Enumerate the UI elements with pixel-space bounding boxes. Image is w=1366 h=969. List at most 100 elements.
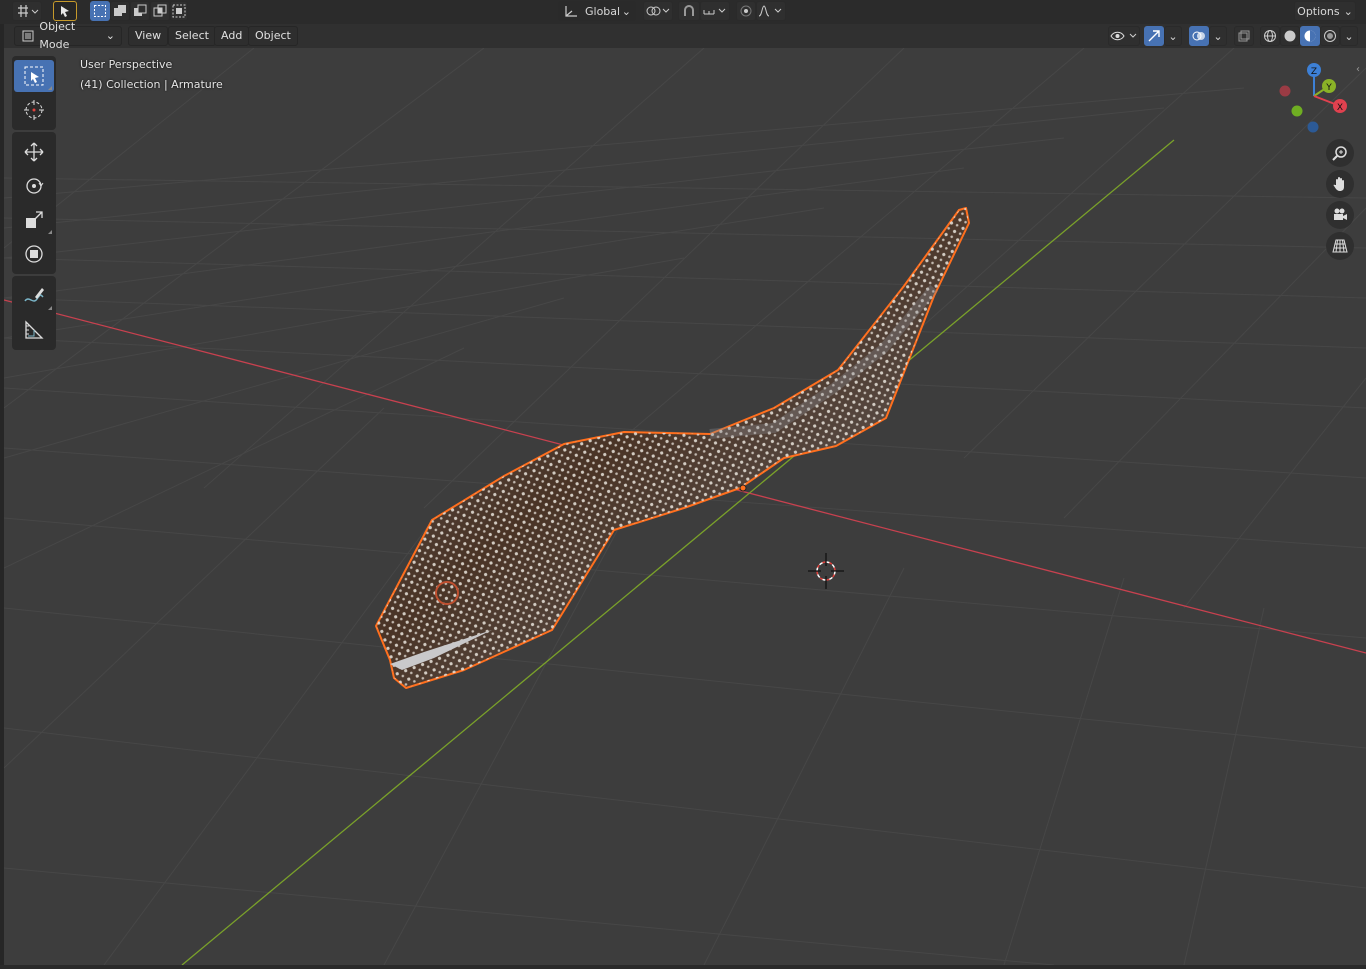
orientation-label: Global bbox=[585, 4, 621, 18]
falloff-curve-icon bbox=[758, 5, 782, 17]
eye-icon bbox=[1110, 31, 1137, 41]
zoom-button[interactable] bbox=[1326, 139, 1354, 167]
collection-label: (41) Collection | Armature bbox=[80, 78, 223, 91]
visibility-dropdown[interactable] bbox=[1108, 26, 1140, 46]
tool-transform[interactable] bbox=[14, 238, 54, 270]
pivot-point-dropdown[interactable] bbox=[643, 1, 673, 21]
gizmo-dropdown[interactable]: ⌄ bbox=[1164, 26, 1182, 46]
select-mode-invert-button[interactable] bbox=[150, 1, 170, 21]
select-invert-icon bbox=[153, 4, 167, 17]
select-mode-extend-button[interactable] bbox=[110, 1, 130, 21]
gizmo-neg-z[interactable] bbox=[1307, 121, 1319, 133]
3d-viewport[interactable]: User Perspective (41) Collection | Armat… bbox=[4, 48, 1366, 965]
proportional-edit-icon bbox=[740, 5, 752, 17]
proportional-edit-button[interactable] bbox=[736, 1, 756, 21]
tool-scale[interactable] bbox=[14, 204, 54, 236]
viewport-scene bbox=[4, 48, 1366, 965]
menu-object[interactable]: Object bbox=[248, 26, 298, 46]
material-sphere-icon bbox=[1304, 30, 1316, 42]
shading-wireframe-button[interactable] bbox=[1260, 26, 1280, 46]
gizmo-icon bbox=[1148, 30, 1160, 42]
solid-sphere-icon bbox=[1284, 30, 1296, 42]
overlays-dropdown[interactable]: ⌄ bbox=[1209, 26, 1227, 46]
camera-view-button[interactable] bbox=[1326, 201, 1354, 229]
gizmo-x-label: X bbox=[1337, 103, 1343, 113]
transform-orientation-dropdown[interactable]: Global ⌄ bbox=[558, 1, 636, 21]
tool-measure[interactable] bbox=[14, 314, 54, 346]
gizmo-z-label: Z bbox=[1311, 67, 1317, 77]
wireframe-sphere-icon bbox=[1264, 30, 1276, 42]
mode-dropdown[interactable]: Object Mode ⌄ bbox=[14, 20, 122, 51]
zoom-icon bbox=[1332, 146, 1347, 161]
camera-icon bbox=[1334, 208, 1347, 220]
object-mode-icon bbox=[22, 30, 34, 42]
gizmo-toggle-button[interactable] bbox=[1144, 26, 1164, 46]
tool-rotate[interactable] bbox=[14, 170, 54, 202]
snap-toggle-button[interactable] bbox=[678, 1, 700, 21]
overlays-icon bbox=[1192, 31, 1205, 41]
object-origin bbox=[739, 484, 747, 492]
overlays-toggle-button[interactable] bbox=[1189, 26, 1209, 46]
snap-target-dropdown[interactable] bbox=[700, 1, 730, 21]
navigation-gizmo[interactable]: Z Y X bbox=[1274, 60, 1354, 140]
viewport-header: Object Mode ⌄ View Select Add Object ⌄ ⌄… bbox=[4, 20, 1366, 51]
chevron-down-icon: ⌄ bbox=[621, 4, 631, 18]
cursor-icon bbox=[24, 100, 44, 120]
shading-dropdown[interactable]: ⌄ bbox=[1340, 26, 1358, 46]
magnet-icon bbox=[684, 5, 694, 16]
orientation-axes-icon bbox=[565, 6, 577, 17]
tool-annotate[interactable] bbox=[14, 280, 54, 312]
chevron-down-icon: ⌄ bbox=[1343, 4, 1353, 18]
measure-icon bbox=[25, 320, 44, 339]
pan-button[interactable] bbox=[1326, 170, 1354, 198]
transform-icon bbox=[25, 245, 43, 263]
top-toolbar: Global ⌄ Options ⌄ bbox=[0, 0, 1366, 25]
annotate-icon bbox=[24, 288, 44, 302]
grid-editor-icon bbox=[18, 5, 39, 17]
chevron-down-icon: ⌄ bbox=[1213, 29, 1223, 43]
snap-increment-icon bbox=[703, 8, 726, 15]
shading-material-button[interactable] bbox=[1300, 26, 1320, 46]
select-extend-icon bbox=[114, 5, 126, 16]
select-mode-subtract-button[interactable] bbox=[130, 1, 150, 21]
grid-perspective-icon bbox=[1332, 239, 1348, 253]
3d-cursor bbox=[808, 553, 844, 589]
pivot-link-icon bbox=[646, 6, 670, 16]
view-perspective-label: User Perspective bbox=[80, 58, 173, 71]
editor-type-button[interactable] bbox=[12, 1, 42, 21]
toolbar-transform-group bbox=[12, 132, 56, 274]
rotate-icon bbox=[26, 178, 44, 194]
options-dropdown[interactable]: Options ⌄ bbox=[1294, 1, 1356, 21]
xray-icon bbox=[1238, 30, 1250, 42]
menu-view[interactable]: View bbox=[128, 26, 169, 46]
gizmo-y-label: Y bbox=[1325, 83, 1332, 93]
xray-toggle-button[interactable] bbox=[1234, 26, 1254, 46]
chevron-down-icon: ⌄ bbox=[1168, 29, 1178, 43]
gizmo-neg-y[interactable] bbox=[1291, 105, 1303, 117]
shading-solid-button[interactable] bbox=[1280, 26, 1300, 46]
tool-select-box[interactable] bbox=[14, 60, 54, 92]
options-label: Options bbox=[1297, 4, 1340, 18]
perspective-toggle-button[interactable] bbox=[1326, 232, 1354, 260]
chevron-down-icon: ⌄ bbox=[1344, 29, 1354, 43]
tool-move[interactable] bbox=[14, 136, 54, 168]
toolbar-select-group bbox=[12, 56, 56, 130]
cursor-arrow-icon bbox=[61, 6, 69, 17]
select-mode-intersect-button[interactable] bbox=[170, 1, 188, 21]
toolbar-annotate-group bbox=[12, 276, 56, 350]
proportional-falloff-dropdown[interactable] bbox=[756, 1, 786, 21]
select-intersect-icon bbox=[172, 4, 186, 18]
select-new-icon bbox=[94, 5, 106, 17]
gizmo-neg-x[interactable] bbox=[1279, 85, 1291, 97]
tool-cursor[interactable] bbox=[14, 94, 54, 126]
move-icon bbox=[24, 142, 44, 162]
hand-icon bbox=[1333, 177, 1344, 191]
menu-add[interactable]: Add bbox=[214, 26, 250, 46]
sidebar-toggle-chevron-icon[interactable]: ‹ bbox=[1356, 64, 1364, 78]
menu-select[interactable]: Select bbox=[168, 26, 216, 46]
select-subtract-icon bbox=[134, 4, 147, 16]
select-box-icon bbox=[24, 66, 44, 86]
scale-icon bbox=[26, 211, 43, 228]
shading-rendered-button[interactable] bbox=[1320, 26, 1340, 46]
y-axis-line bbox=[181, 139, 1175, 965]
